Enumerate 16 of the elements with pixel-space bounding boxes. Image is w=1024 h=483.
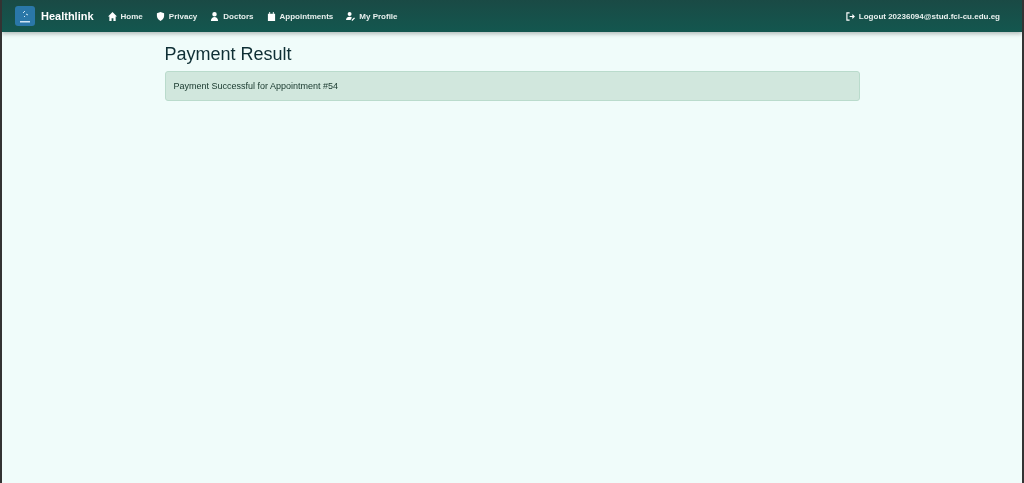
nav-link[interactable]: Doctors [210, 11, 254, 21]
alert-message: Payment Successful for Appointment #54 [173, 81, 339, 91]
page-title: Payment Result [164, 44, 293, 65]
logout-icon [845, 11, 855, 21]
nav-link[interactable]: Home [107, 11, 143, 21]
nav-link[interactable]: My Profile [346, 11, 398, 21]
shield-icon [155, 11, 165, 21]
brand-link[interactable]: Healthlink [41, 10, 94, 22]
calendar-icon [266, 11, 276, 21]
person-hand-icon [346, 11, 356, 21]
home-icon [107, 11, 117, 21]
logout-link[interactable]: Logout 20236094@stud.fci-cu.edu.eg [845, 11, 1000, 21]
nav-link[interactable]: Privacy [155, 11, 198, 21]
person-icon [210, 11, 220, 21]
logo-icon [15, 6, 35, 26]
nav-link[interactable]: Appointments [266, 11, 334, 21]
